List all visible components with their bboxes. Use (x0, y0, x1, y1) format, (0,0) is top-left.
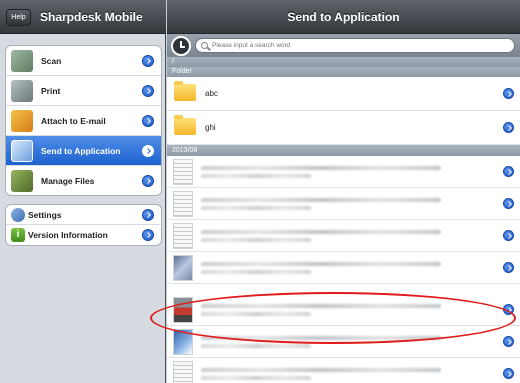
help-button[interactable]: Help (6, 9, 31, 26)
blurred-file-detail (201, 376, 311, 380)
folder-row[interactable]: abc (167, 77, 520, 111)
document-thumbnail (173, 361, 193, 383)
right-nav-bar: Send to Application (167, 0, 520, 34)
blurred-file-name (201, 262, 441, 266)
photo-thumbnail (173, 297, 193, 323)
printer-icon (11, 80, 33, 102)
search-input[interactable] (212, 40, 502, 51)
blurred-file-detail (201, 344, 311, 348)
file-row[interactable] (167, 220, 520, 252)
menu-item-label: Version Information (28, 230, 108, 240)
disclosure-icon[interactable] (503, 122, 514, 133)
blurred-file-detail (201, 312, 311, 316)
right-panel: Send to Application / Folder abc ghi 201… (167, 0, 520, 383)
search-field[interactable] (195, 38, 515, 53)
blurred-file-detail (201, 206, 311, 210)
search-bar (167, 34, 520, 57)
menu-item-label: Settings (28, 210, 62, 220)
menu-item-label: Print (41, 86, 61, 96)
menu-item-label: Manage Files (41, 176, 95, 186)
disclosure-icon[interactable] (142, 55, 154, 67)
file-row[interactable] (167, 358, 520, 383)
main-menu: Scan Print Attach to E-mail Send to Appl… (5, 45, 162, 196)
menu-item-send-to-application[interactable]: Send to Application (6, 136, 161, 166)
send-to-app-icon (11, 140, 33, 162)
blurred-file-name (201, 304, 441, 308)
folder-row[interactable]: ghi (167, 111, 520, 145)
date-section-header: 2013/08 (167, 145, 520, 156)
menu-item-print[interactable]: Print (6, 76, 161, 106)
gear-icon (11, 208, 25, 222)
blurred-file-detail (201, 238, 311, 242)
search-icon (201, 42, 208, 49)
document-thumbnail (173, 223, 193, 249)
disclosure-icon[interactable] (142, 145, 154, 157)
document-thumbnail (173, 191, 193, 217)
menu-item-label: Attach to E-mail (41, 116, 106, 126)
document-thumbnail (173, 159, 193, 185)
menu-item-attach-email[interactable]: Attach to E-mail (6, 106, 161, 136)
blurred-file-name (201, 230, 441, 234)
manage-files-icon (11, 170, 33, 192)
left-panel: Help Sharpdesk Mobile Scan Print Attach … (0, 0, 166, 383)
menu-item-version-information[interactable]: i Version Information (6, 225, 161, 245)
file-row[interactable] (167, 326, 520, 358)
disclosure-icon[interactable] (142, 85, 154, 97)
file-row[interactable] (167, 188, 520, 220)
path-header: / (167, 57, 520, 67)
folder-name: ghi (205, 123, 216, 132)
disclosure-icon[interactable] (503, 88, 514, 99)
folder-icon (174, 115, 196, 135)
folder-icon (174, 81, 196, 101)
file-row[interactable] (167, 156, 520, 188)
left-nav-bar: Help Sharpdesk Mobile (0, 0, 166, 34)
page-title: Send to Application (287, 10, 400, 24)
disclosure-icon[interactable] (503, 336, 514, 347)
file-row-highlighted[interactable] (167, 294, 520, 326)
photo-thumbnail (173, 329, 193, 355)
menu-item-label: Send to Application (41, 146, 121, 156)
info-icon: i (11, 228, 25, 242)
secondary-menu: Settings i Version Information (5, 204, 162, 246)
disclosure-icon[interactable] (142, 229, 154, 241)
scanner-icon (11, 50, 33, 72)
blurred-file-detail (201, 174, 311, 178)
blurred-file-detail (201, 270, 311, 274)
disclosure-icon[interactable] (142, 115, 154, 127)
menu-item-scan[interactable]: Scan (6, 46, 161, 76)
folder-section-header: Folder (167, 67, 520, 77)
disclosure-icon[interactable] (142, 175, 154, 187)
disclosure-icon[interactable] (503, 166, 514, 177)
disclosure-icon[interactable] (142, 209, 154, 221)
menu-item-settings[interactable]: Settings (6, 205, 161, 225)
folder-name: abc (205, 89, 218, 98)
menu-item-manage-files[interactable]: Manage Files (6, 166, 161, 195)
menu-item-label: Scan (41, 56, 62, 66)
blurred-file-name (201, 198, 441, 202)
disclosure-icon[interactable] (503, 368, 514, 379)
photo-thumbnail (173, 255, 193, 281)
disclosure-icon[interactable] (503, 230, 514, 241)
disclosure-icon[interactable] (503, 262, 514, 273)
email-attach-icon (11, 110, 33, 132)
blurred-file-name (201, 368, 441, 372)
file-row[interactable] (167, 252, 520, 284)
blurred-file-name (201, 336, 441, 340)
app-title: Sharpdesk Mobile (40, 10, 143, 24)
history-clock-icon[interactable] (171, 36, 191, 56)
disclosure-icon[interactable] (503, 198, 514, 209)
blurred-file-name (201, 166, 441, 170)
disclosure-icon[interactable] (503, 304, 514, 315)
